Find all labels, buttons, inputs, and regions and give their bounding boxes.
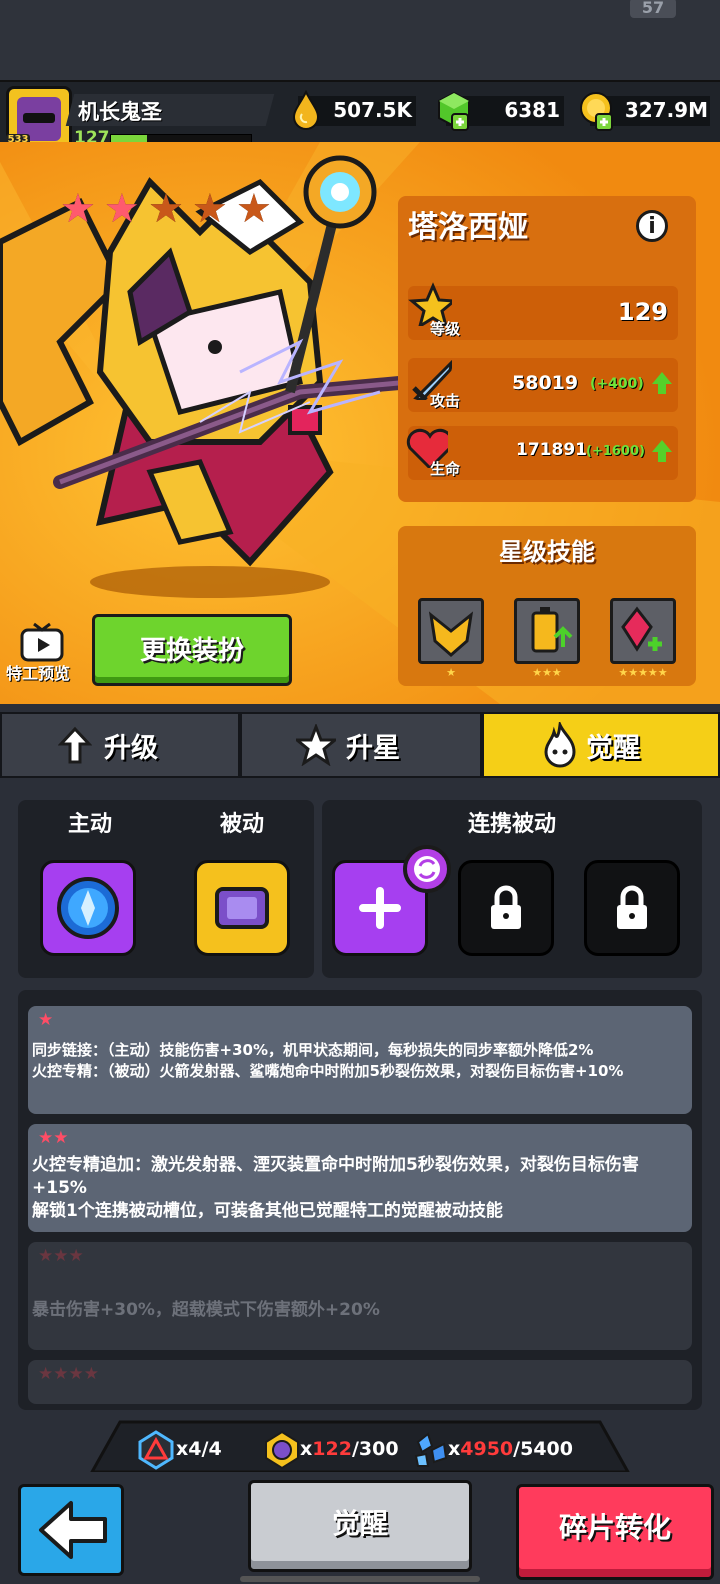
- battery-upgrade-icon: [531, 607, 573, 653]
- health-up-arrow-icon: [652, 440, 672, 452]
- awaken-level-2-text: 火控专精追加：激光发射器、湮灭装置命中时附加5秒裂伤效果，对裂伤目标伤害+15%…: [32, 1155, 639, 1221]
- star-skill-slot-2[interactable]: [514, 598, 580, 664]
- hero-star-2: ★: [104, 186, 140, 232]
- stat-label-level: 等级: [430, 320, 461, 338]
- star-skill-slot-1[interactable]: [418, 598, 484, 664]
- gold-drop-icon: [292, 90, 320, 130]
- change-outfit-label[interactable]: 更换装扮: [92, 630, 292, 667]
- arrow-up-icon: [58, 726, 92, 764]
- back-button[interactable]: [18, 1484, 124, 1576]
- star-skill-2-stars: ★★★: [532, 666, 562, 679]
- fragment-convert-label[interactable]: 碎片转化: [516, 1506, 714, 1546]
- home-indicator: [240, 1576, 480, 1582]
- stat-value-level: 129: [617, 298, 668, 326]
- locked-slot-2: [584, 860, 680, 956]
- stat-label-health: 生命: [430, 460, 461, 478]
- purple-chest-icon: [215, 887, 269, 929]
- blue-crystal-fragments-icon: [414, 1432, 448, 1467]
- hero-star-5-empty: ★: [236, 186, 272, 232]
- stat-bonus-attack: (+400): [590, 376, 644, 392]
- cost-a: x4/4: [176, 1438, 222, 1460]
- awaken-level-4-stars: ★★★★: [38, 1364, 99, 1384]
- tab-star-up-label[interactable]: 升星: [346, 726, 400, 765]
- star-skill-1-stars: ★: [446, 666, 456, 679]
- tv-play-icon[interactable]: [18, 622, 68, 664]
- stat-label-attack: 攻击: [430, 392, 461, 410]
- awaken-level-3-stars: ★★★: [38, 1246, 84, 1266]
- active-skill-label: 主动: [67, 812, 112, 837]
- star-skill-3-stars: ★★★★★: [618, 666, 668, 679]
- back-arrow-icon: [39, 1501, 107, 1559]
- hero-star-1: ★: [60, 186, 96, 232]
- golden-mask-icon: [428, 611, 474, 657]
- stat-bonus-health: (+1600): [586, 444, 645, 459]
- awaken-level-1-text: 同步链接：（主动）技能伤害+30%，机甲状态期间，每秒损失的同步率额外降低2% …: [32, 1041, 624, 1080]
- tab-awaken-label[interactable]: 觉醒: [586, 726, 640, 765]
- hero-star-3-empty: ★: [148, 186, 184, 232]
- awaken-level-1-stars: ★: [38, 1010, 54, 1030]
- player-name: 机长鬼圣: [78, 100, 162, 124]
- hero-star-4-empty: ★: [192, 186, 228, 232]
- locked-slot-1: [458, 860, 554, 956]
- linked-passive-label: 连携被动: [467, 812, 556, 837]
- passive-skill-slot[interactable]: [194, 860, 290, 956]
- lock-icon: [491, 885, 521, 929]
- red-triangle-badge-icon: [138, 1430, 174, 1470]
- lock-icon: [617, 885, 647, 929]
- hero-name: 塔洛西娅: [408, 210, 528, 245]
- gold-value: 507.5K: [333, 98, 412, 122]
- status-bar: [0, 0, 720, 80]
- swap-refresh-icon[interactable]: [402, 844, 452, 894]
- attack-up-arrow-icon: [652, 372, 672, 384]
- agent-preview-label[interactable]: 特工预览: [6, 660, 70, 684]
- coin-value: 327.9M: [624, 98, 708, 122]
- tab-upgrade-label[interactable]: 升级: [104, 726, 158, 765]
- stat-value-attack: 58019: [512, 372, 579, 394]
- passive-skill-label: 被动: [219, 812, 264, 837]
- star-skill-title: 星级技能: [499, 538, 595, 566]
- awaken-level-3-text: 暴击伤害+30%，超载模式下伤害额外+20%: [32, 1300, 380, 1320]
- awaken-level-3-card: [28, 1242, 692, 1350]
- flame-icon: [544, 722, 576, 768]
- status-badge: 57: [630, 0, 676, 18]
- gem-value: 6381: [504, 98, 560, 122]
- stat-value-health: 171891: [516, 440, 587, 460]
- cost-c: x4950/5400: [448, 1438, 573, 1460]
- awaken-level-4-card: [28, 1360, 692, 1404]
- cost-b: x122/300: [300, 1438, 399, 1460]
- blue-crystal-orb-icon: [57, 877, 119, 939]
- awaken-level-2-stars: ★★: [38, 1128, 69, 1148]
- star-icon: [296, 724, 336, 766]
- active-skill-slot[interactable]: [40, 860, 136, 956]
- awaken-button-label[interactable]: 觉醒: [248, 1502, 472, 1542]
- star-skill-slot-3[interactable]: [610, 598, 676, 664]
- green-gem-plus-icon[interactable]: [434, 90, 474, 132]
- purple-gear-badge-icon: [265, 1430, 299, 1470]
- red-crystal-plus-icon: [621, 606, 662, 652]
- info-icon[interactable]: i: [636, 210, 668, 242]
